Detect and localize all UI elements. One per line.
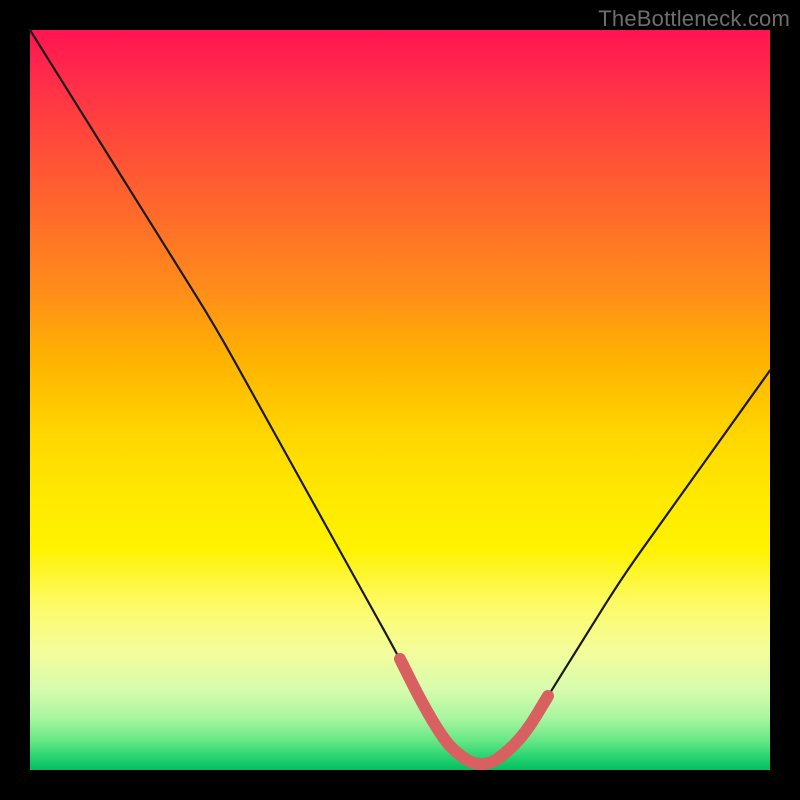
plot-area [30, 30, 770, 770]
near-zero-highlight-line [400, 659, 548, 764]
watermark-text: TheBottleneck.com [598, 6, 790, 32]
chart-frame: TheBottleneck.com [0, 0, 800, 800]
curve-svg [30, 30, 770, 770]
